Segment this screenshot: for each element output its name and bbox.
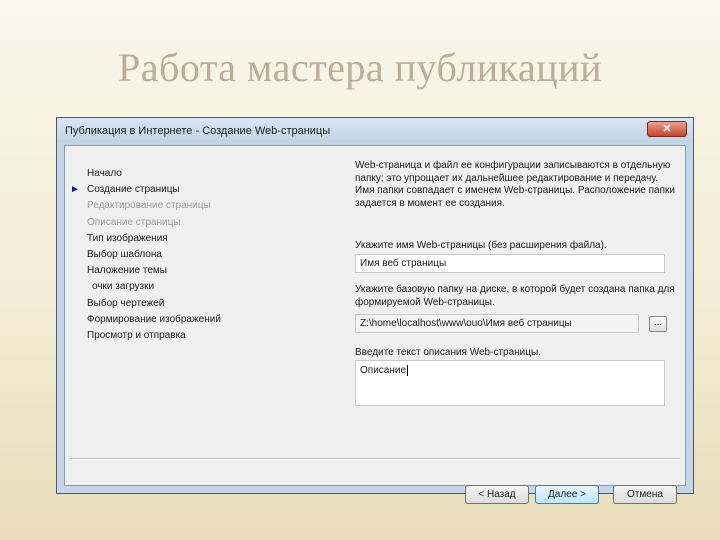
wizard-steps-list: Начало ► Создание страницы Редактирование… xyxy=(70,166,221,344)
dialog-titlebar[interactable]: Публикация в Интернете - Создание Web-ст… xyxy=(57,118,693,142)
step-create-page: ► Создание страницы xyxy=(70,182,221,198)
slide-title: Работа мастера публикаций xyxy=(118,45,602,90)
step-generate-images: Формирование изображений xyxy=(87,312,221,328)
close-icon: ✕ xyxy=(662,123,672,135)
step-label: Описание страницы xyxy=(87,216,181,228)
next-button[interactable]: Далее > xyxy=(535,485,599,504)
step-choose-template: Выбор шаблона xyxy=(87,247,221,263)
step-label: Формирование изображений xyxy=(87,313,221,325)
step-preview-send: Просмотр и отправка xyxy=(87,328,221,344)
step-label: Создание страницы xyxy=(87,184,180,196)
dialog-title: Публикация в Интернете - Создание Web-ст… xyxy=(65,125,331,137)
step-label: Выбор чертежей xyxy=(87,297,165,309)
page-name-label: Укажите имя Web-страницы (без расширения… xyxy=(355,240,607,251)
step-label: очки загрузки xyxy=(92,281,155,293)
base-folder-path-field[interactable]: Z:\home\localhost\www\ouo\Имя веб страни… xyxy=(355,314,639,333)
step-label: Начало xyxy=(87,168,122,179)
description-textarea[interactable]: Описание xyxy=(355,360,665,406)
step-label: Редактирование страницы xyxy=(87,200,211,212)
back-button[interactable]: < Назад xyxy=(465,485,529,504)
step-choose-drawings: Выбор чертежей xyxy=(87,296,221,312)
step-apply-theme: Наложение темы xyxy=(87,263,221,279)
cancel-button[interactable]: Отмена xyxy=(613,485,677,504)
description-text: Описание xyxy=(360,365,407,377)
base-folder-label: Укажите базовую папку на диске, в которо… xyxy=(355,284,675,308)
publish-wizard-dialog: Публикация в Интернете - Создание Web-ст… xyxy=(56,117,694,504)
step-label: Просмотр и отправка xyxy=(87,329,186,341)
step-label: Выбор шаблона xyxy=(87,248,162,260)
page-name-input[interactable]: Имя веб страницы xyxy=(355,254,665,273)
step-start: Начало xyxy=(87,166,221,182)
dialog-client-area: Начало ► Создание страницы Редактирование… xyxy=(64,145,686,504)
step-page-description: Описание страницы xyxy=(87,215,221,231)
step-load-points: очки загрузки xyxy=(87,279,221,295)
button-separator xyxy=(70,458,680,460)
description-label: Введите текст описания Web-страницы. xyxy=(355,347,541,358)
step-image-type: Тип изображения xyxy=(87,231,221,247)
current-step-arrow-icon: ► xyxy=(70,184,80,196)
step-edit-page: Редактирование страницы xyxy=(87,198,221,214)
close-button[interactable]: ✕ xyxy=(647,121,687,137)
info-text: Web-страница и файл ее конфигурации запи… xyxy=(355,160,675,209)
browse-folder-button[interactable]: ... xyxy=(649,316,667,332)
step-label: Тип изображения xyxy=(87,232,168,244)
step-label: Наложение темы xyxy=(87,265,167,277)
text-caret xyxy=(407,365,409,376)
